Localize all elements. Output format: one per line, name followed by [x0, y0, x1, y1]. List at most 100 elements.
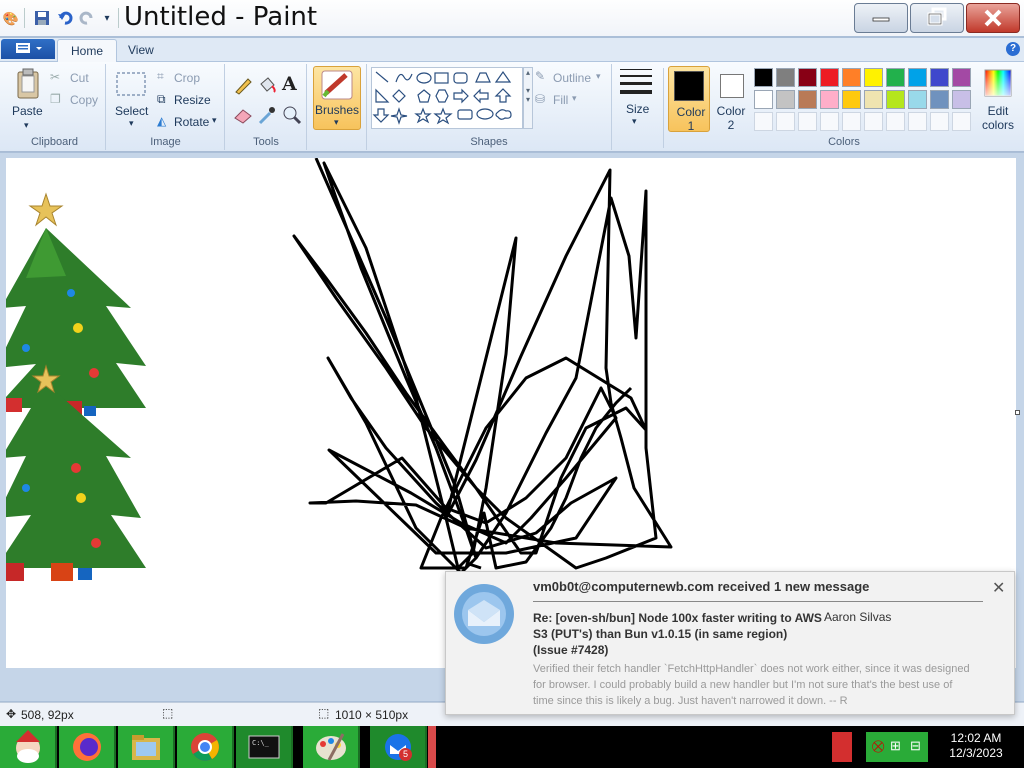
shapes-gallery[interactable]	[371, 67, 523, 129]
help-icon[interactable]: ?	[1006, 42, 1020, 56]
restore-icon	[927, 7, 947, 26]
clock[interactable]: 12:02 AM 12/3/2023	[934, 731, 1018, 761]
system-tray: ⛒ ⊞ ⊟	[866, 732, 928, 762]
taskbar-file-manager[interactable]	[118, 726, 175, 768]
outline-icon: ✎	[535, 69, 546, 83]
paste-button[interactable]: Paste ▾	[10, 68, 46, 130]
palette-swatch[interactable]	[886, 112, 905, 131]
palette-swatch[interactable]	[798, 68, 817, 87]
palette-swatch[interactable]	[952, 90, 971, 109]
text-tool-icon[interactable]: A	[282, 73, 297, 95]
tray-show-desktop[interactable]	[832, 732, 852, 762]
palette-swatch[interactable]	[776, 68, 795, 87]
palette-swatch[interactable]	[820, 68, 839, 87]
color2-label: Color 2	[716, 104, 746, 132]
palette-swatch[interactable]	[930, 68, 949, 87]
copy-button[interactable]: Copy	[70, 93, 98, 107]
redo-icon[interactable]	[78, 10, 96, 28]
size-button[interactable]: Size ▾	[614, 66, 660, 130]
close-button[interactable]	[966, 3, 1020, 33]
taskbar-santa[interactable]	[0, 726, 57, 768]
color2-button[interactable]: Color 2	[712, 66, 750, 132]
taskbar-terminal[interactable]: C:\_	[236, 726, 293, 768]
resize-button[interactable]: Resize	[174, 93, 211, 107]
palette-swatch[interactable]	[908, 112, 927, 131]
paint-menu-button[interactable]	[1, 39, 55, 59]
color1-button[interactable]: Color 1	[668, 66, 710, 133]
pencil-icon[interactable]	[232, 74, 254, 96]
colors-group: Color 1 Color 2 Edit colors Colors	[666, 64, 1022, 150]
fill-button[interactable]: Fill	[553, 93, 568, 107]
image-group: Select ▾ ⌗ Crop ⧉ Resize ◭ Rotate ▾ Imag…	[107, 64, 225, 150]
chevron-down-icon: ▾	[24, 120, 29, 130]
palette-swatch[interactable]	[842, 112, 861, 131]
palette-swatch[interactable]	[798, 112, 817, 131]
magnifier-icon[interactable]	[281, 104, 303, 126]
shapes-scroll[interactable]: ▴ ▾ ▾	[523, 67, 533, 129]
palette-swatch[interactable]	[886, 68, 905, 87]
email-notification[interactable]: vm0b0t@computernewb.com received 1 new m…	[445, 571, 1015, 715]
colors-group-label: Colors	[828, 136, 860, 148]
notification-header: vm0b0t@computernewb.com received 1 new m…	[533, 579, 870, 594]
palette-swatch[interactable]	[798, 90, 817, 109]
taskbar-thunderbird[interactable]: 5	[370, 726, 427, 768]
clock-date: 12/3/2023	[949, 746, 1003, 760]
image-group-label: Image	[150, 136, 181, 148]
palette-swatch[interactable]	[908, 90, 927, 109]
notification-divider	[533, 601, 983, 602]
taskbar: C:\_ 5 ⛒ ⊞ ⊟ 12:02 AM 12/3/2023	[0, 726, 1024, 768]
palette-swatch[interactable]	[754, 90, 773, 109]
outline-button[interactable]: Outline	[553, 71, 591, 85]
palette-swatch[interactable]	[930, 112, 949, 131]
palette-swatch[interactable]	[754, 68, 773, 87]
eraser-icon[interactable]	[232, 104, 254, 126]
edit-colors-button[interactable]: Edit colors	[978, 68, 1018, 132]
crop-button[interactable]: Crop	[174, 71, 200, 85]
color1-label: Color 1	[676, 105, 706, 133]
taskbar-paint[interactable]	[303, 726, 360, 768]
palette-swatch[interactable]	[930, 90, 949, 109]
scissors-icon: ✂	[50, 70, 61, 84]
paint-app-icon[interactable]: 🎨	[2, 10, 20, 28]
color-wheel-icon	[984, 69, 1012, 97]
cut-button[interactable]: Cut	[70, 71, 89, 85]
fill-bucket-icon[interactable]	[256, 74, 278, 96]
palette-swatch[interactable]	[776, 112, 795, 131]
taskbar-separator	[428, 726, 436, 768]
palette-swatch[interactable]	[820, 90, 839, 109]
network-icon[interactable]: ⊞	[890, 738, 901, 754]
select-button[interactable]: Select ▾	[113, 70, 153, 130]
palette-swatch[interactable]	[754, 112, 773, 131]
palette-swatch[interactable]	[842, 68, 861, 87]
palette-swatch[interactable]	[952, 112, 971, 131]
color-picker-icon[interactable]	[256, 104, 278, 126]
save-icon[interactable]	[33, 10, 51, 28]
tab-view[interactable]: View	[115, 39, 167, 62]
network-error-icon[interactable]: ⛒	[872, 739, 884, 754]
palette-swatch[interactable]	[776, 90, 795, 109]
resize-handle-right[interactable]	[1015, 410, 1020, 415]
chevron-down-icon: ▾	[632, 116, 637, 126]
undo-icon[interactable]	[56, 10, 74, 28]
palette-swatch[interactable]	[886, 90, 905, 109]
fill-icon: ⛁	[535, 92, 546, 106]
taskbar-chrome[interactable]	[177, 726, 234, 768]
palette-swatch[interactable]	[842, 90, 861, 109]
volume-icon[interactable]: ⊟	[910, 738, 921, 754]
close-icon[interactable]: ✕	[992, 578, 1005, 598]
tab-home[interactable]: Home	[57, 39, 118, 62]
taskbar-firefox[interactable]	[59, 726, 116, 768]
palette-swatch[interactable]	[820, 112, 839, 131]
rotate-button[interactable]: Rotate	[174, 115, 209, 129]
crop-icon: ⌗	[157, 69, 164, 83]
palette-swatch[interactable]	[864, 68, 883, 87]
palette-swatch[interactable]	[864, 90, 883, 109]
brushes-button[interactable]: Brushes ▾	[313, 66, 361, 130]
customize-quick-access-icon[interactable]: ▾	[98, 10, 116, 28]
restore-button[interactable]	[910, 3, 964, 33]
palette-swatch[interactable]	[952, 68, 971, 87]
paste-icon	[17, 68, 39, 99]
palette-swatch[interactable]	[864, 112, 883, 131]
palette-swatch[interactable]	[908, 68, 927, 87]
minimize-button[interactable]	[854, 3, 908, 33]
